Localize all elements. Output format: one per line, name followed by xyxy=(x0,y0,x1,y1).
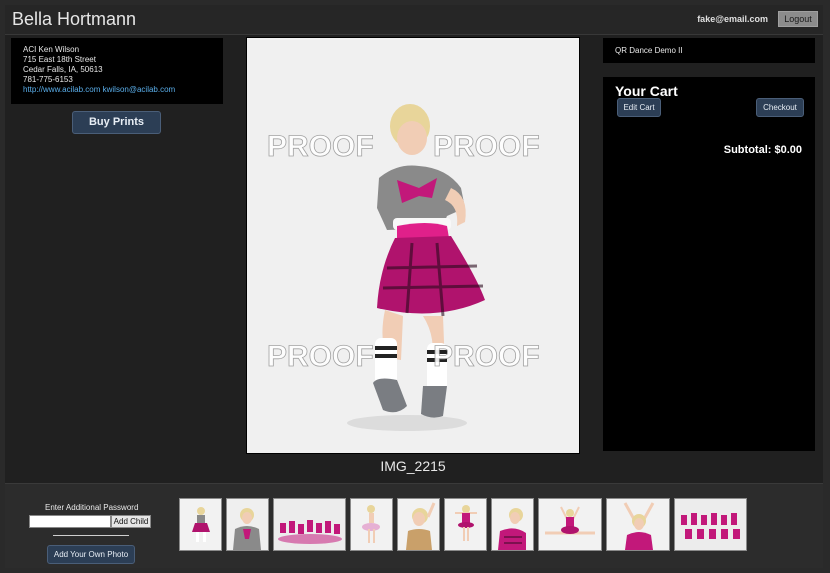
thumbnail-9[interactable] xyxy=(606,498,670,551)
header: Bella Hortmann fake@email.com Logout xyxy=(5,5,823,35)
watermark-top-left: PROOF xyxy=(267,130,374,163)
thumbnail-10[interactable] xyxy=(674,498,747,551)
photo-caption: IMG_2215 xyxy=(380,458,446,474)
password-input[interactable] xyxy=(29,515,111,528)
footer: Enter Additional Password Add Child Add … xyxy=(5,483,823,568)
thumbnail-4[interactable] xyxy=(350,498,393,551)
add-child-button[interactable]: Add Child xyxy=(111,515,151,528)
thumbnail-2[interactable] xyxy=(226,498,269,551)
add-own-photo-button[interactable]: Add Your Own Photo xyxy=(47,545,135,564)
page-title: Bella Hortmann xyxy=(12,9,137,29)
cart-subtotal: Subtotal: $0.00 xyxy=(723,144,802,156)
thumbnail-3[interactable] xyxy=(273,498,346,551)
main-photo[interactable]: PROOF PROOF PROOF PROOF xyxy=(246,37,580,454)
edit-cart-button[interactable]: Edit Cart xyxy=(617,98,661,117)
studio-email-link[interactable]: kwilson@acilab.com xyxy=(103,85,176,94)
studio-links: http://www.acilab.com kwilson@acilab.com xyxy=(23,85,211,95)
thumbnail-5[interactable] xyxy=(397,498,440,551)
thumbnail-6[interactable] xyxy=(444,498,487,551)
album-name: QR Dance Demo II xyxy=(615,46,683,55)
cart-panel: Your Cart Subtotal: $0.00 xyxy=(603,77,815,451)
divider xyxy=(53,535,129,536)
studio-phone: 781-775-6153 xyxy=(23,75,73,84)
watermark-top-right: PROOF xyxy=(433,130,540,163)
studio-info: ACI Ken Wilson 715 East 18th Street Ceda… xyxy=(11,38,223,104)
main-photo-image: PROOF PROOF PROOF PROOF xyxy=(247,38,579,453)
thumbnail-8[interactable] xyxy=(538,498,602,551)
cart-title: Your Cart xyxy=(615,83,678,99)
user-email: fake@email.com xyxy=(697,14,768,24)
watermark-bottom-right: PROOF xyxy=(433,340,540,373)
password-label: Enter Additional Password xyxy=(45,503,139,512)
checkout-button[interactable]: Checkout xyxy=(756,98,804,117)
studio-name: ACI Ken Wilson xyxy=(23,45,80,54)
buy-prints-button[interactable]: Buy Prints xyxy=(72,111,161,134)
studio-website-link[interactable]: http://www.acilab.com xyxy=(23,85,100,94)
album-info: QR Dance Demo II xyxy=(603,38,815,63)
logout-button[interactable]: Logout xyxy=(778,11,818,27)
studio-city: Cedar Falls, IA, 50613 xyxy=(23,65,103,74)
page: Bella Hortmann fake@email.com Logout ACI… xyxy=(5,5,823,568)
studio-street: 715 East 18th Street xyxy=(23,55,96,64)
thumbnail-7[interactable] xyxy=(491,498,534,551)
thumbnail-1[interactable] xyxy=(179,498,222,551)
watermark-bottom-left: PROOF xyxy=(267,340,374,373)
